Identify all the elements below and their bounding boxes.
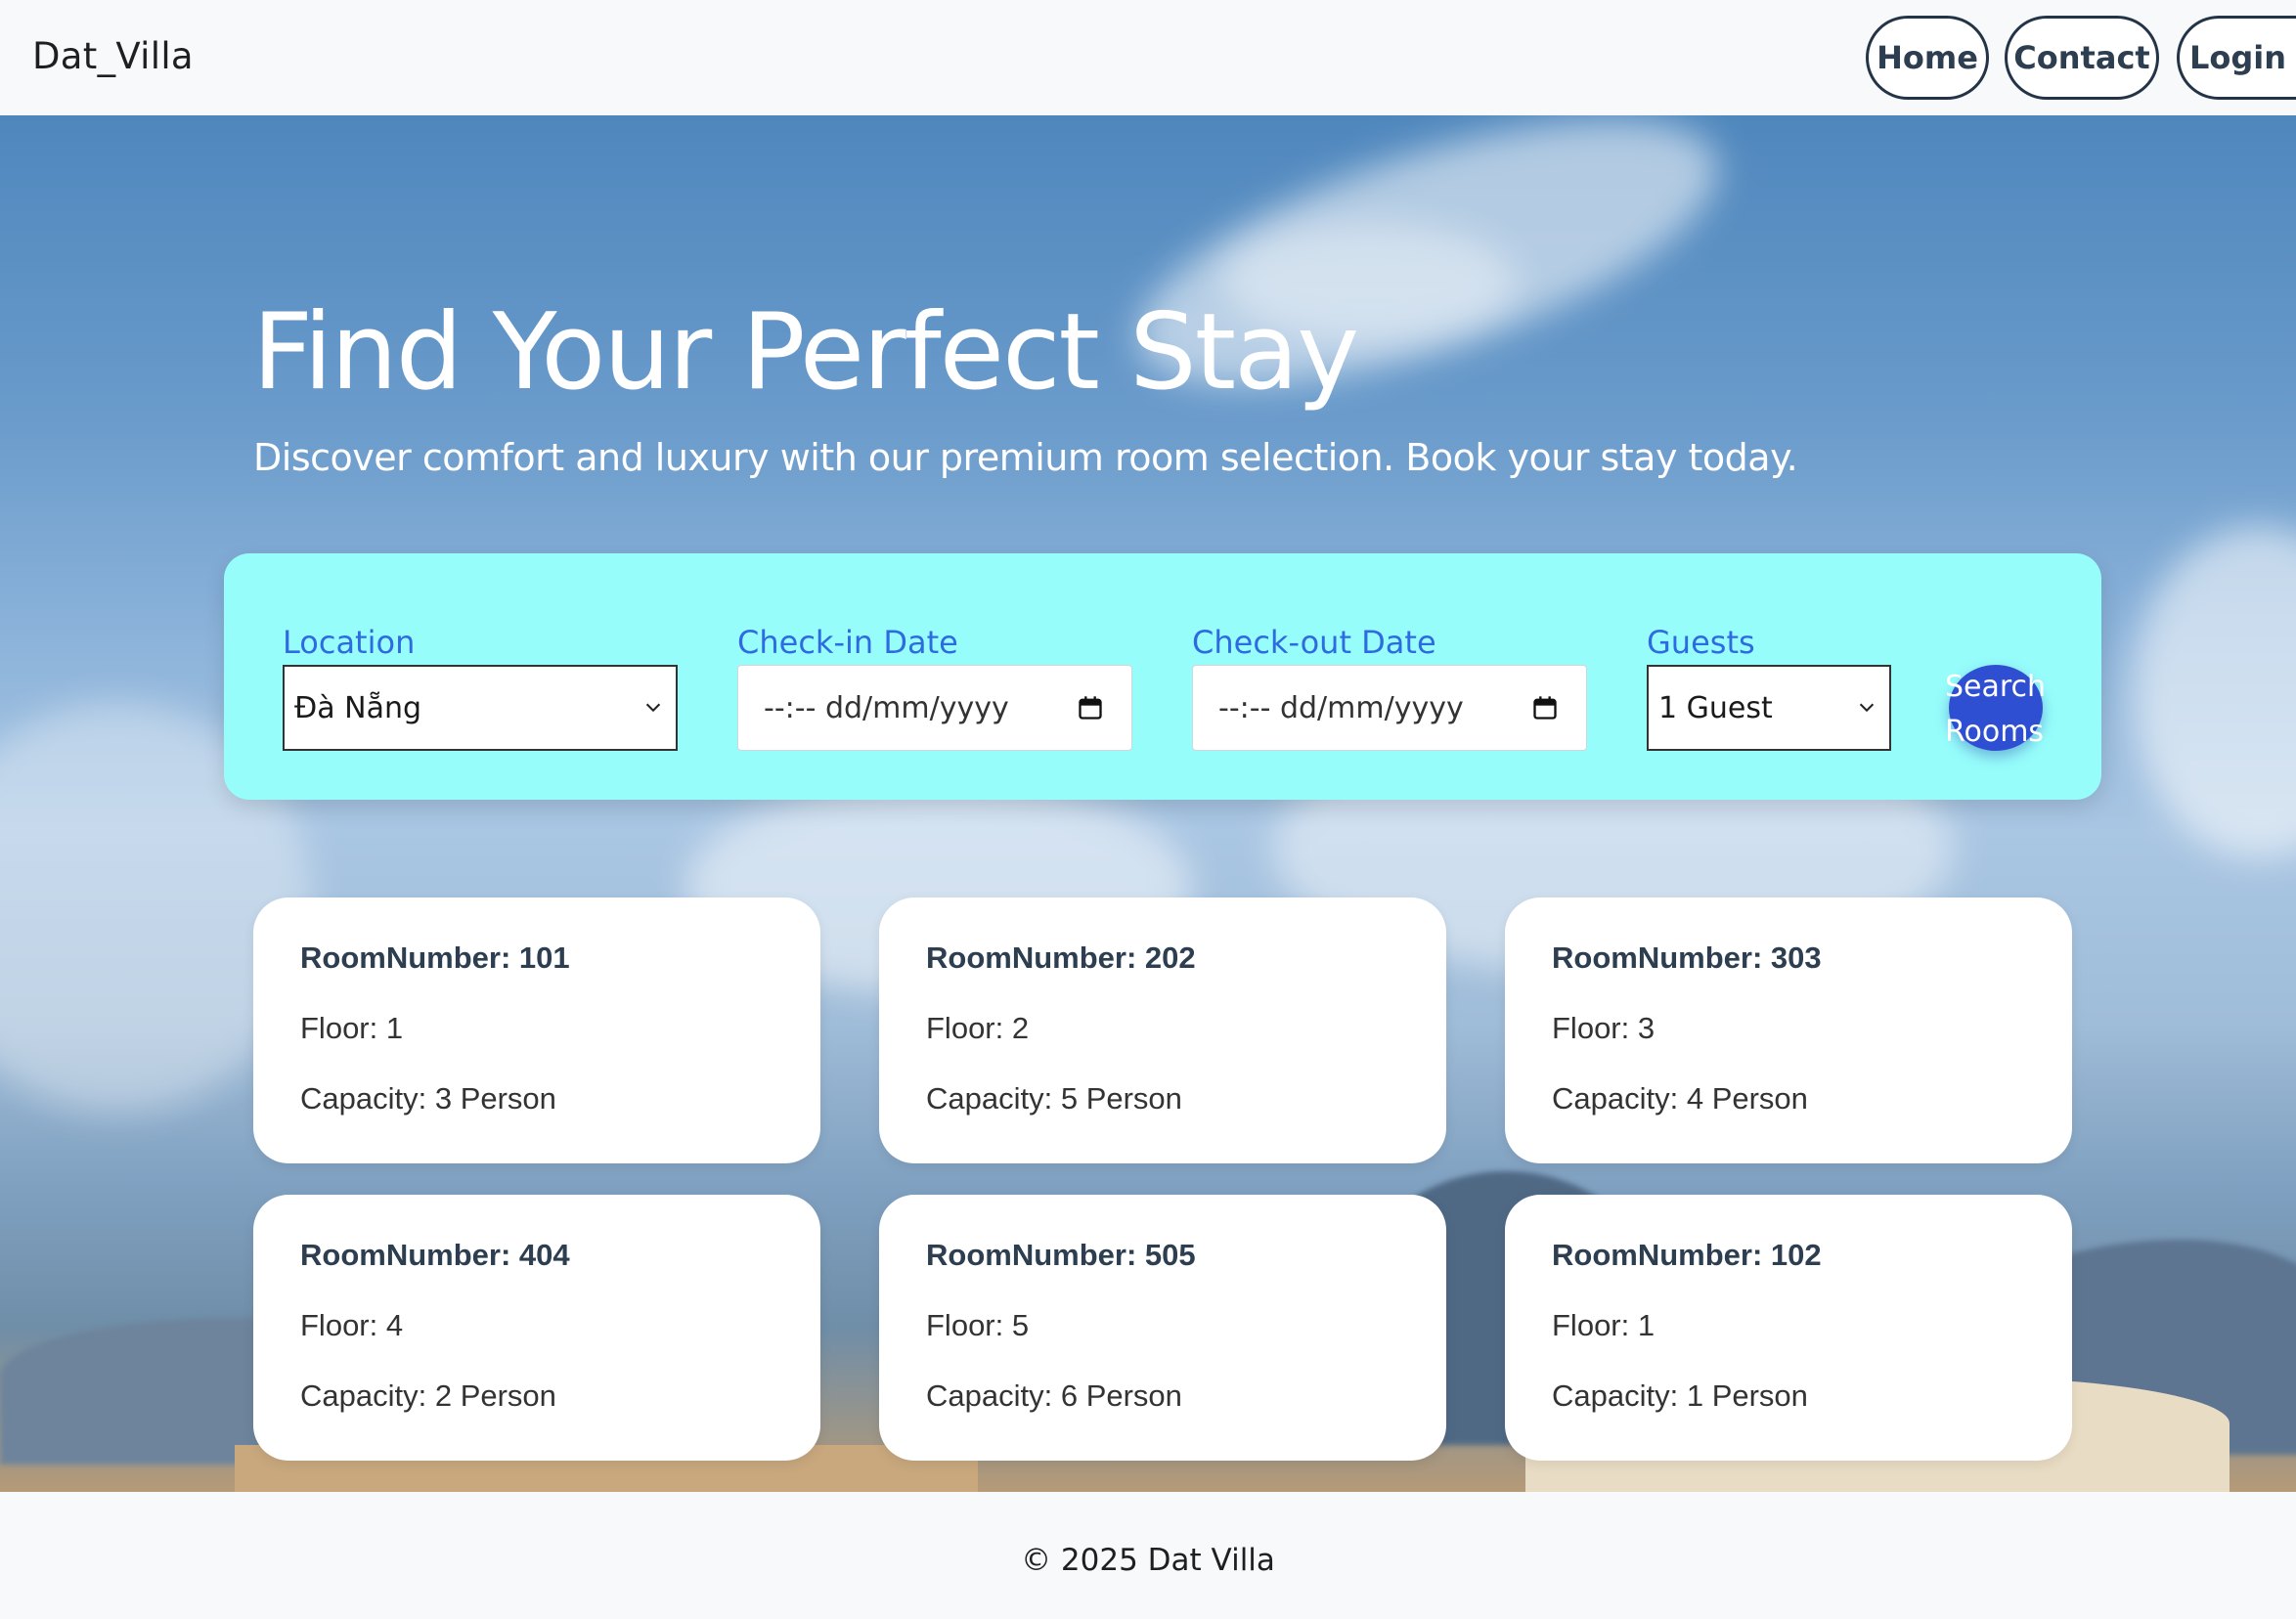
- room-capacity: Capacity: 3 Person: [300, 1081, 556, 1116]
- room-floor: Floor: 4: [300, 1308, 404, 1342]
- brand-logo[interactable]: Dat_Villa: [32, 35, 194, 77]
- room-card[interactable]: RoomNumber: 303 Floor: 3 Capacity: 4 Per…: [1505, 897, 2072, 1163]
- location-select[interactable]: Đà Nẵng: [283, 665, 678, 751]
- location-label: Location: [283, 624, 416, 661]
- guests-select[interactable]: 1 Guest: [1647, 665, 1891, 751]
- nav-login-button[interactable]: Login: [2177, 16, 2296, 100]
- nav-home-button[interactable]: Home: [1866, 16, 1989, 100]
- room-floor: Floor: 1: [300, 1011, 404, 1045]
- room-floor: Floor: 3: [1552, 1011, 1656, 1045]
- cloud-decoration: [2132, 526, 2296, 858]
- room-number: RoomNumber: 102: [1552, 1238, 1822, 1272]
- checkout-label: Check-out Date: [1192, 624, 1436, 661]
- room-card[interactable]: RoomNumber: 505 Floor: 5 Capacity: 6 Per…: [879, 1195, 1446, 1461]
- checkout-placeholder: --:-- dd/mm/yyyy: [1218, 690, 1464, 725]
- checkin-date-input[interactable]: --:-- dd/mm/yyyy: [737, 665, 1132, 751]
- search-panel: Location Đà Nẵng Check-in Date --:-- dd/…: [224, 553, 2101, 800]
- room-number: RoomNumber: 303: [1552, 941, 1822, 975]
- room-capacity: Capacity: 4 Person: [1552, 1081, 1808, 1116]
- footer-copyright: © 2025 Dat Villa: [1021, 1543, 1275, 1578]
- guests-label: Guests: [1647, 624, 1755, 661]
- hero-subtitle: Discover comfort and luxury with our pre…: [253, 436, 1798, 479]
- room-card[interactable]: RoomNumber: 404 Floor: 4 Capacity: 2 Per…: [253, 1195, 820, 1461]
- room-number: RoomNumber: 404: [300, 1238, 570, 1272]
- room-number: RoomNumber: 505: [926, 1238, 1196, 1272]
- search-button-line1: Search: [1945, 670, 2047, 704]
- footer: © 2025 Dat Villa: [0, 1492, 2296, 1619]
- room-card[interactable]: RoomNumber: 102 Floor: 1 Capacity: 1 Per…: [1505, 1195, 2072, 1461]
- page-title: Find Your Perfect Stay: [252, 291, 1359, 414]
- calendar-icon[interactable]: [1531, 693, 1559, 722]
- room-floor: Floor: 2: [926, 1011, 1030, 1045]
- checkin-label: Check-in Date: [737, 624, 958, 661]
- room-card[interactable]: RoomNumber: 202 Floor: 2 Capacity: 5 Per…: [879, 897, 1446, 1163]
- checkin-placeholder: --:-- dd/mm/yyyy: [764, 690, 1009, 725]
- search-rooms-button[interactable]: Search Rooms: [1945, 665, 2046, 751]
- nav-contact-button[interactable]: Contact: [2005, 16, 2159, 100]
- room-card[interactable]: RoomNumber: 101 Floor: 1 Capacity: 3 Per…: [253, 897, 820, 1163]
- room-capacity: Capacity: 6 Person: [926, 1378, 1182, 1413]
- checkout-date-input[interactable]: --:-- dd/mm/yyyy: [1192, 665, 1587, 751]
- room-floor: Floor: 5: [926, 1308, 1030, 1342]
- guests-value: 1 Guest: [1658, 690, 1773, 725]
- navbar: Dat_Villa Home Contact Login: [0, 0, 2296, 115]
- search-button-line2: Rooms: [1945, 715, 2045, 749]
- room-capacity: Capacity: 2 Person: [300, 1378, 556, 1413]
- chevron-down-icon: [645, 703, 661, 713]
- calendar-icon[interactable]: [1077, 693, 1104, 722]
- hero-section: Find Your Perfect Stay Discover comfort …: [0, 115, 2296, 1492]
- room-number: RoomNumber: 101: [300, 941, 570, 975]
- room-capacity: Capacity: 5 Person: [926, 1081, 1182, 1116]
- room-floor: Floor: 1: [1552, 1308, 1656, 1342]
- location-value: Đà Nẵng: [294, 690, 422, 725]
- chevron-down-icon: [1859, 703, 1875, 713]
- room-number: RoomNumber: 202: [926, 941, 1196, 975]
- room-capacity: Capacity: 1 Person: [1552, 1378, 1808, 1413]
